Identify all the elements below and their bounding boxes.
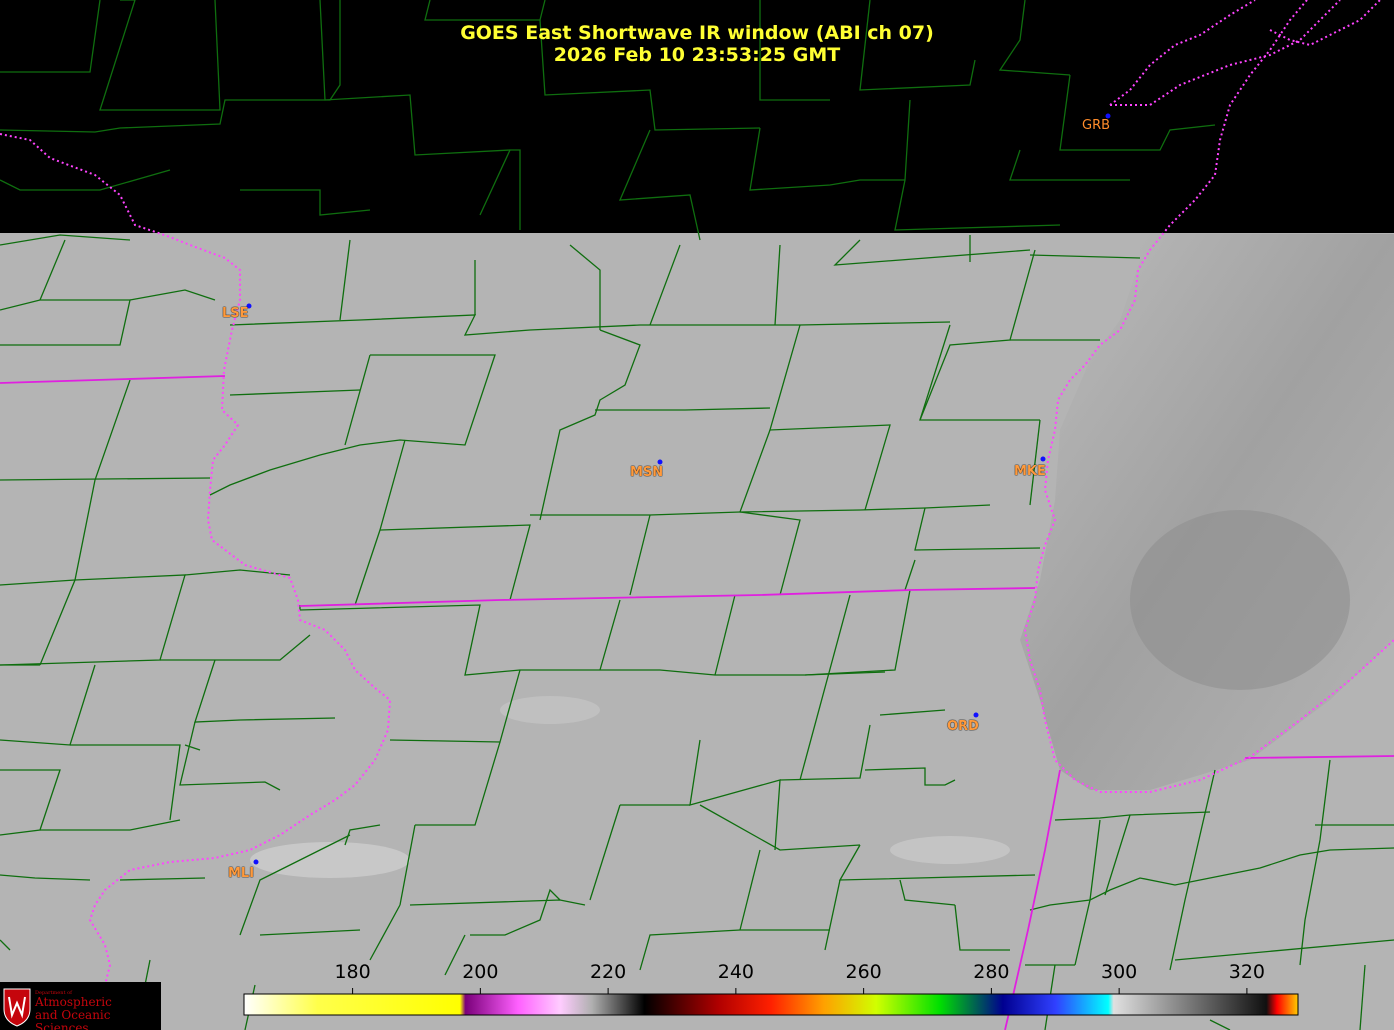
station-label-msn: MSN [630, 465, 664, 480]
station-label-grb: GRB [1082, 118, 1111, 133]
station-dot-mli [253, 859, 259, 865]
station-label-lse: LSE [222, 306, 249, 321]
logo-line2: and Oceanic Sciences [35, 1008, 111, 1030]
colorbar-gradient [243, 993, 1299, 1016]
satellite-map-viewer: GOES East Shortwave IR window (ABI ch 07… [0, 0, 1394, 1030]
colorbar-tick-label: 180 [334, 961, 371, 983]
colorbar-tick-label: 220 [589, 961, 627, 983]
uw-aos-logo: Department of Atmospheric and Oceanic Sc… [0, 982, 161, 1030]
colorbar-tick-label: 260 [845, 961, 882, 983]
colorbar-tick-label: 300 [1100, 961, 1138, 983]
colorbar-tick-label: 240 [717, 961, 754, 983]
satellite-map [0, 0, 1394, 1030]
station-dot-ord [973, 712, 979, 718]
station-dot-mke [1040, 456, 1046, 462]
colorbar-tick-label: 280 [973, 961, 1010, 983]
station-label-ord: ORD [947, 719, 979, 734]
station-dot-msn [657, 459, 663, 465]
image-title: GOES East Shortwave IR window (ABI ch 07… [460, 22, 934, 44]
university-seal-icon [3, 988, 31, 1027]
colorbar-tick-label: 320 [1228, 961, 1266, 983]
image-timestamp: 2026 Feb 10 23:53:25 GMT [553, 44, 841, 66]
colorbar-tick-label: 200 [462, 961, 499, 983]
station-label-mke: MKE [1014, 464, 1046, 479]
station-label-mli: MLI [228, 866, 255, 881]
